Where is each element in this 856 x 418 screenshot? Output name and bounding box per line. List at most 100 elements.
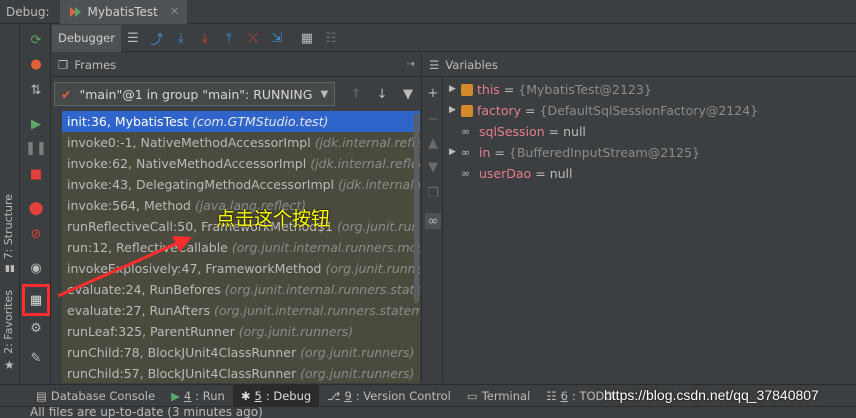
glasses-icon[interactable]: ∞ [425, 213, 441, 229]
frame-item[interactable]: evaluate:24, RunBefores (org.junit.inter… [62, 279, 420, 300]
frames-title: Frames [74, 57, 117, 72]
arrow-up-icon[interactable]: ↑ [343, 82, 369, 106]
debug-actions: ⟳ ● ⇅ ▶ ❚❚ ■ ⬤ ⊘ ◉ ▦ ⚙ ✎ [21, 24, 51, 384]
variable-list: ▶ this = {MybatisTest@2123} ▶ factory = {Def… [449, 79, 758, 184]
thread-select[interactable]: ✔ "main"@1 in group "main": RUNNING ▼ [54, 82, 336, 106]
frame-item[interactable]: invoke:43, DelegatingMethodAccessorImpl … [62, 174, 420, 195]
pause-icon[interactable]: ❚❚ [25, 138, 47, 158]
vcs-icon: ⎇ [327, 388, 341, 403]
terminal-icon: ▭ [466, 388, 478, 403]
watch-icon: ∞ [461, 167, 471, 180]
frame-item[interactable]: invoke0:-1, NativeMethodAccessorImpl (jd… [62, 132, 420, 153]
watermark: https://blog.csdn.net/qq_37840807 [604, 387, 819, 403]
expand-arrow-icon[interactable]: ▶ [449, 100, 461, 121]
debugger-toolbar: Debugger ☰ ⤴ ⤓ ⤓ ⤒ ⤬ ⇲ ▦ ☷ [52, 24, 856, 52]
move-down-icon[interactable]: ▼ [425, 159, 441, 175]
tab-debug[interactable]: ✱ 5: Debug [232, 384, 320, 407]
menu-icon[interactable]: ☰ [121, 28, 145, 48]
frame-item[interactable]: init:36, MybatisTest (com.GTMStudio.test… [62, 111, 420, 132]
variables-side-toolbar: + − ▲ ▼ ❐ ∞ [423, 77, 443, 383]
run-to-cursor-icon[interactable]: ⇲ [265, 28, 289, 48]
variable-row[interactable]: ∞ userDao = null [449, 163, 758, 184]
todo-icon: ☷ [546, 388, 557, 403]
view-breakpoints-icon[interactable]: ⬤ [26, 198, 46, 218]
variables-title: Variables [445, 57, 498, 72]
tab-close-icon[interactable]: ✕ [170, 5, 179, 18]
frames-icon: ❐ [58, 57, 69, 72]
restore-icon[interactable]: ⇢ [407, 59, 415, 70]
evaluate-expression-icon[interactable]: ▦ [295, 28, 319, 48]
stop-icon[interactable]: ■ [26, 164, 46, 184]
debug-title-bar: Debug: MybatisTest ✕ [0, 0, 856, 24]
variables-panel: ☰ Variables + − ▲ ▼ ❐ ∞ ▶ this = {MybatisT… [423, 53, 856, 383]
expand-arrow-icon[interactable]: ▶ [449, 142, 461, 163]
copy-icon[interactable]: ❐ [425, 185, 441, 201]
chevron-down-icon: ▼ [320, 88, 329, 100]
thread-label: "main"@1 in group "main": RUNNING [79, 86, 313, 102]
frame-item[interactable]: invoke:62, NativeMethodAccessorImpl (jdk… [62, 153, 420, 174]
frame-item[interactable]: runLeaf:325, ParentRunner (org.junit.run… [62, 321, 420, 342]
drop-frame-icon[interactable]: ⤬ [241, 28, 265, 48]
frame-list: init:36, MybatisTest (com.GTMStudio.test… [62, 111, 420, 383]
frame-item[interactable]: run:12, ReflectiveCallable (org.junit.in… [62, 237, 420, 258]
variables-icon: ☰ [429, 57, 440, 72]
run-config-icon [69, 6, 81, 17]
tab-title: MybatisTest [87, 4, 158, 19]
mute-breakpoints-icon[interactable]: ⊘ [26, 224, 46, 244]
step-over-icon[interactable]: ⤓ [169, 28, 193, 48]
run-icon: ▶ [171, 388, 180, 403]
variable-row[interactable]: ▶ factory = {DefaultSqlSessionFactory@2124… [449, 100, 758, 121]
variable-row[interactable]: ∞ sqlSession = null [449, 121, 758, 142]
structure-tool-tab[interactable]: 7: Structure [2, 194, 15, 259]
tab-terminal[interactable]: ▭ Terminal [459, 385, 538, 407]
add-watch-icon[interactable]: + [425, 85, 441, 101]
tab-run[interactable]: ▶ 4: Run [163, 385, 233, 407]
structure-icon: ▮▮ [5, 264, 15, 274]
field-icon [461, 104, 473, 117]
step-into-icon[interactable]: ⤓ [193, 28, 217, 48]
tab-mybatistest[interactable]: MybatisTest ✕ [59, 0, 188, 24]
variable-row[interactable]: ▶ ∞ in = {BufferedInputStream@2125} [449, 142, 758, 163]
annotation-text: 点击这个按钮 [216, 208, 331, 230]
frame-item[interactable]: runChild:57, BlockJUnit4ClassRunner (org… [62, 363, 420, 383]
gear-icon[interactable]: ⚙ [26, 318, 46, 338]
thread-row: ✔ "main"@1 in group "main": RUNNING ▼ ↑ … [52, 77, 421, 111]
tab-database-console[interactable]: ▤ Database Console [28, 385, 163, 407]
highlight-box [22, 284, 50, 316]
status-bar: All files are up-to-date (3 minutes ago) [0, 406, 856, 418]
arrow-down-icon[interactable]: ↓ [369, 82, 395, 106]
bug-icon: ✱ [240, 388, 251, 403]
rerun-failed-icon[interactable]: ● [26, 54, 46, 74]
frame-item[interactable]: invokeExplosively:47, FrameworkMethod (o… [62, 258, 420, 279]
restore-layout-icon[interactable]: ⇅ [26, 80, 46, 100]
move-up-icon[interactable]: ▲ [425, 135, 441, 151]
field-icon [461, 83, 473, 96]
remove-watch-icon[interactable]: − [425, 111, 441, 127]
rerun-icon[interactable]: ⟳ [26, 30, 46, 50]
trace-icon[interactable]: ☷ [319, 28, 343, 48]
star-icon: ★ [4, 358, 15, 372]
database-icon: ▤ [36, 388, 47, 403]
check-icon: ✔ [61, 86, 72, 102]
frames-scrollbar[interactable] [414, 113, 419, 303]
show-execution-point-icon[interactable]: ⤴ [145, 28, 169, 48]
variable-row[interactable]: ▶ this = {MybatisTest@2123} [449, 79, 758, 100]
tab-debugger[interactable]: Debugger [52, 24, 121, 52]
watch-icon: ∞ [461, 125, 471, 138]
left-tool-strip: 7: Structure 2: Favorites ▮▮ ★ [0, 24, 20, 384]
tab-version-control[interactable]: ⎇ 9: Version Control [319, 385, 459, 407]
debug-label: Debug: [6, 4, 50, 19]
pin-icon[interactable]: ✎ [26, 348, 46, 368]
frames-header: ❐ Frames ⇢ [52, 53, 421, 77]
variables-header: ☰ Variables [423, 53, 856, 77]
favorites-tool-tab[interactable]: 2: Favorites [2, 290, 15, 354]
frame-item[interactable]: evaluate:27, RunAfters (org.junit.intern… [62, 300, 420, 321]
resume-icon[interactable]: ▶ [26, 114, 46, 134]
frame-item[interactable]: runChild:78, BlockJUnit4ClassRunner (org… [62, 342, 420, 363]
camera-icon[interactable]: ◉ [26, 258, 46, 278]
expand-arrow-icon[interactable]: ▶ [449, 79, 461, 100]
filter-icon[interactable]: ▼ [395, 82, 421, 106]
status-text: All files are up-to-date (3 minutes ago) [30, 406, 263, 418]
step-out-icon[interactable]: ⤒ [217, 28, 241, 48]
watch-icon: ∞ [461, 146, 471, 159]
